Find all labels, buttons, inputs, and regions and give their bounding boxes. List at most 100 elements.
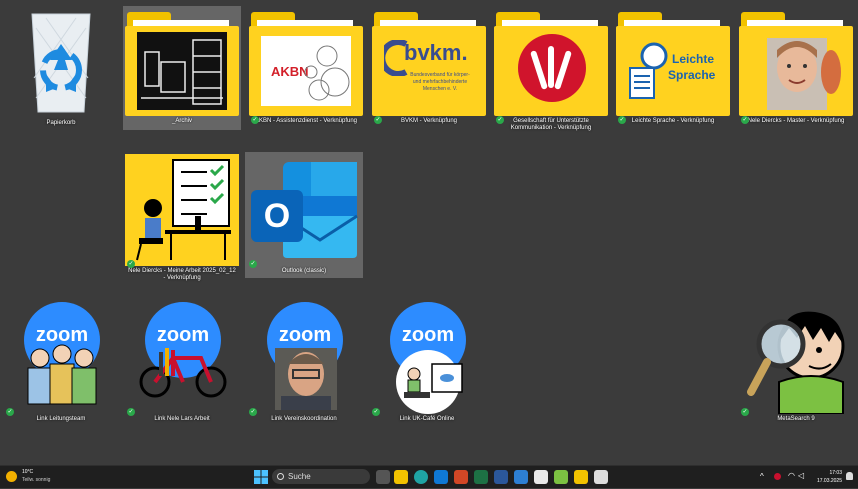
icon-label: _Archiv: [171, 118, 192, 124]
folder-icon: Leichte Sprache: [616, 8, 730, 116]
icon-label: Leichte Sprache - Verknüpfung: [631, 118, 715, 124]
icon-label: AKBN - Assistenzdienst - Verknüpfung: [254, 118, 358, 124]
zoom-icon: zoom: [370, 302, 484, 414]
desktop-icon-nele-meine-arbeit[interactable]: ✓ Nele Diercks - Meine Arbeit 2025_02_12…: [123, 152, 241, 282]
desktop-icon-zoom-uk-cafe[interactable]: zoom ✓ Link UK-Café Online: [368, 300, 486, 423]
app-multi-icon[interactable]: [574, 470, 588, 484]
icon-label: BVKM - Verknüpfung: [400, 118, 458, 124]
sync-check-icon: ✓: [374, 116, 382, 124]
app-pictogram-icon[interactable]: [534, 470, 548, 484]
sync-check-icon: ✓: [127, 260, 135, 268]
desktop-icon-leichte-sprache[interactable]: Leichte Sprache ✓ Leichte Sprache - Verk…: [614, 6, 732, 125]
sync-check-icon: ✓: [618, 116, 626, 124]
app-blue-icon[interactable]: [514, 470, 528, 484]
desktop-icon-zoom-nele-lars[interactable]: zoom ✓ Link Nele Lars Arbeit: [123, 300, 241, 423]
windows-icon: [254, 470, 268, 484]
desktop-icon-outlook[interactable]: O ✓ Outlook (classic): [245, 152, 363, 278]
sync-check-icon: ✓: [741, 116, 749, 124]
zoom-logo-text: zoom: [278, 324, 332, 346]
app-doc-icon[interactable]: [594, 470, 608, 484]
icon-label: Nele Diercks - Meine Arbeit 2025_02_12 -…: [128, 268, 236, 281]
folder-icon: bvkm. Bundesverband für körper- und mehr…: [372, 8, 486, 116]
weather-description: Teilw. sonnig: [22, 477, 51, 483]
search-icon: [277, 473, 284, 480]
desktop-icon-akbn[interactable]: AKBN ✓ AKBN - Assistenzdienst - Verknüpf…: [247, 6, 365, 125]
sync-check-icon: ✓: [127, 408, 135, 416]
folder-icon: [125, 8, 239, 116]
notification-bell-icon[interactable]: [846, 472, 853, 480]
icon-label: Link Vereinskoordination: [271, 416, 337, 422]
weather-temperature: 10°C: [22, 469, 34, 475]
task-view-icon[interactable]: [376, 470, 390, 484]
icon-label: Papierkorb: [46, 120, 76, 126]
desktop-icon-archiv[interactable]: _Archiv: [123, 6, 241, 130]
portrait-photo: [751, 32, 841, 110]
show-hidden-icons-chevron-up-icon[interactable]: ^: [760, 472, 764, 481]
uk-logo: [506, 32, 596, 110]
folder-icon: [739, 8, 853, 116]
sync-check-icon: ✓: [249, 260, 257, 268]
bvkm-logo-subtitle: Bundesverband für körper- und mehrfachbe…: [410, 72, 470, 92]
clock[interactable]: 17:03 17.03.2025: [806, 469, 842, 485]
leichte-sprache-text-1: Leichte: [672, 52, 715, 66]
powerpoint-icon[interactable]: [454, 470, 468, 484]
icon-label: Nele Diercks - Master - Verknüpfung: [747, 118, 845, 124]
meine-arbeit-pictogram: [125, 154, 239, 266]
desktop-icon-zoom-vereinskoordination[interactable]: zoom ✓ Link Vereinskoordination: [245, 300, 363, 423]
icon-label: MetaSearch 9: [777, 416, 815, 422]
volume-icon[interactable]: ◁: [798, 471, 804, 480]
bvkm-logo: bvkm. Bundesverband für körper- und mehr…: [384, 32, 474, 110]
archive-room-image: [137, 32, 227, 110]
folder-icon: AKBN: [249, 8, 363, 116]
recycle-bin-icon: [16, 8, 106, 118]
zoom-logo-text: zoom: [156, 324, 210, 346]
icon-label: Link UK-Café Online: [399, 416, 455, 422]
sync-check-icon: ✓: [372, 408, 380, 416]
icon-label: Link Leitungsteam: [36, 416, 86, 422]
file-explorer-icon[interactable]: [394, 470, 408, 484]
desktop-icon-zoom-leitungsteam[interactable]: zoom ✓ Link Leitungsteam: [2, 300, 120, 423]
icon-label: Link Nele Lars Arbeit: [154, 416, 210, 422]
sync-check-icon: ✓: [251, 116, 259, 124]
app-green-icon[interactable]: [554, 470, 568, 484]
sync-check-icon: ✓: [496, 116, 504, 124]
desktop-icon-nele-master[interactable]: ✓ Nele Diercks - Master - Verknüpfung: [737, 6, 855, 125]
start-button[interactable]: [254, 470, 268, 484]
clock-time: 17:03: [829, 470, 842, 476]
zoom-icon: zoom: [4, 302, 118, 414]
desktop-icon-bvkm[interactable]: bvkm. Bundesverband für körper- und mehr…: [370, 6, 488, 125]
leichte-sprache-text-2: Sprache: [668, 68, 716, 82]
leichte-sprache-logo: Leichte Sprache: [628, 32, 718, 110]
outlook-taskbar-icon[interactable]: [434, 470, 448, 484]
desktop-icon-gesellschaft-uk[interactable]: ✓ Gesellschaft für Unterstützte Kommunik…: [492, 6, 610, 132]
bvkm-logo-text: bvkm.: [404, 40, 468, 65]
excel-icon[interactable]: [474, 470, 488, 484]
icon-label: Outlook (classic): [281, 268, 327, 274]
desktop-icon-metasearch[interactable]: ✓ MetaSearch 9: [737, 300, 855, 423]
akbn-logo: AKBN: [261, 36, 351, 106]
sync-check-icon: ✓: [741, 408, 749, 416]
taskbar-search[interactable]: Suche: [272, 469, 370, 484]
search-placeholder: Suche: [288, 472, 311, 481]
zoom-logo-text: zoom: [35, 324, 89, 346]
tray-app-icon[interactable]: [774, 473, 781, 480]
weather-sun-cloud-icon: [6, 471, 17, 482]
weather-widget[interactable]: 10°C Teilw. sonnig: [6, 469, 76, 485]
desktop-icon-recycle-bin[interactable]: Papierkorb: [2, 6, 120, 127]
zoom-logo-text: zoom: [401, 324, 455, 346]
zoom-icon: zoom: [125, 302, 239, 414]
folder-icon: [494, 8, 608, 116]
sync-check-icon: ✓: [249, 408, 257, 416]
icon-label: Gesellschaft für Unterstützte Kommunikat…: [510, 118, 592, 131]
outlook-icon: O: [247, 154, 361, 266]
magnifier-boy-icon: [739, 302, 853, 415]
taskbar: 10°C Teilw. sonnig Suche ^ ◠ ◁ 17:03 17.…: [0, 465, 858, 488]
clock-date: 17.03.2025: [816, 478, 842, 484]
desktop: Papierkorb _Archiv AKBN ✓ AKBN - Assiste…: [0, 0, 858, 466]
sync-check-icon: ✓: [6, 408, 14, 416]
edge-icon[interactable]: [414, 470, 428, 484]
wifi-icon[interactable]: ◠: [788, 471, 795, 480]
zoom-icon: zoom: [247, 302, 361, 414]
svg-text:O: O: [264, 197, 290, 235]
word-icon[interactable]: [494, 470, 508, 484]
